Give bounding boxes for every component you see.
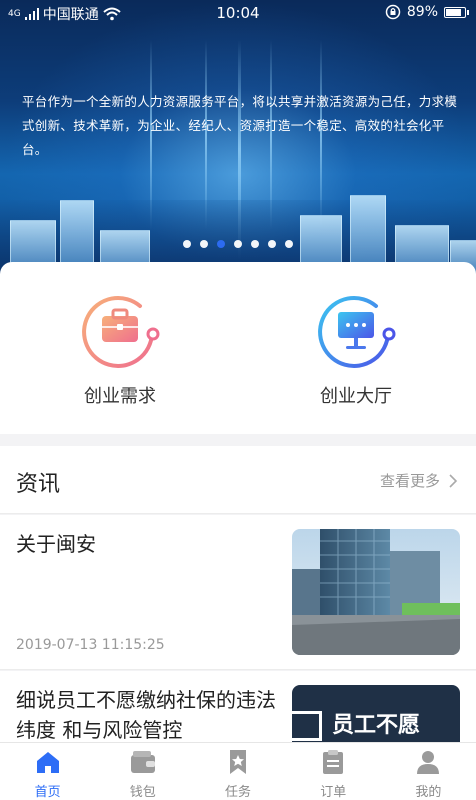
tab-profile[interactable]: 我的 <box>381 743 476 800</box>
carousel-dot[interactable] <box>200 240 208 248</box>
hero-banner[interactable]: 4G 中国联通 10:04 89% 平台作为一个全新的人力资源服务平台，将以共享… <box>0 0 476 290</box>
tab-tasks[interactable]: 任务 <box>190 743 285 800</box>
thumb-title-text: 员工不愿 <box>332 713 421 738</box>
tab-orders[interactable]: 订单 <box>286 743 381 800</box>
carousel-dot[interactable] <box>217 240 225 248</box>
bookmark-star-icon <box>230 750 246 774</box>
tab-wallet[interactable]: 钱包 <box>95 743 190 800</box>
feature-label: 创业需求 <box>84 386 156 407</box>
news-section-title: 资讯 <box>16 472 61 497</box>
battery-percent: 89% <box>406 4 438 20</box>
bottom-tab-bar: 首页 钱包 任务 订单 我的 <box>0 742 476 800</box>
carousel-dot[interactable] <box>285 240 293 248</box>
news-headline: 细说员工不愿缴纳社保的违法纬度 和与风险管控 <box>16 688 276 742</box>
news-header: 资讯 查看更多 <box>0 446 476 514</box>
monitor-chat-icon <box>316 290 396 370</box>
clipboard-icon <box>323 750 344 774</box>
feature-startup-hall[interactable]: 创业大厅 <box>276 290 436 408</box>
tab-label: 任务 <box>225 785 252 800</box>
view-more-label: 查看更多 <box>379 472 440 490</box>
feature-startup-demand[interactable]: 创业需求 <box>40 290 200 408</box>
tab-label: 钱包 <box>129 785 156 800</box>
battery-fill <box>446 8 462 16</box>
tab-home[interactable]: 首页 <box>0 743 95 800</box>
carousel-dots[interactable] <box>0 240 476 248</box>
briefcase-icon <box>80 290 160 370</box>
news-thumbnail <box>292 529 460 655</box>
feature-card: 创业需求 创业大厅 <box>0 262 476 434</box>
carousel-dot[interactable] <box>268 240 276 248</box>
tab-label: 首页 <box>34 785 61 800</box>
person-icon <box>417 751 440 774</box>
home-icon <box>36 752 59 773</box>
thumb-logo-mark <box>292 711 322 741</box>
status-bar: 4G 中国联通 10:04 89% <box>0 0 476 26</box>
news-date: 2019-07-13 11:15:25 <box>16 637 165 653</box>
news-item[interactable]: 关于闽安 2019-07-13 11:15:25 <box>0 515 476 670</box>
carousel-dot[interactable] <box>251 240 259 248</box>
rotation-lock-icon <box>385 4 401 20</box>
news-item[interactable]: 细说员工不愿缴纳社保的违法纬度 和与风险管控 员工不愿 <box>0 671 476 751</box>
wallet-icon <box>130 751 155 773</box>
battery-icon <box>444 6 469 18</box>
carousel-dot[interactable] <box>234 240 242 248</box>
carousel-dot[interactable] <box>183 240 191 248</box>
news-headline: 关于闽安 <box>16 532 96 556</box>
chevron-right-icon <box>449 473 458 488</box>
banner-description: 平台作为一个全新的人力资源服务平台，将以共享并激活资源为己任，力求模式创新、技术… <box>22 94 458 157</box>
tab-label: 订单 <box>320 785 347 800</box>
tab-label: 我的 <box>415 785 442 800</box>
feature-label: 创业大厅 <box>320 386 392 407</box>
view-more-link[interactable]: 查看更多 <box>380 470 458 491</box>
